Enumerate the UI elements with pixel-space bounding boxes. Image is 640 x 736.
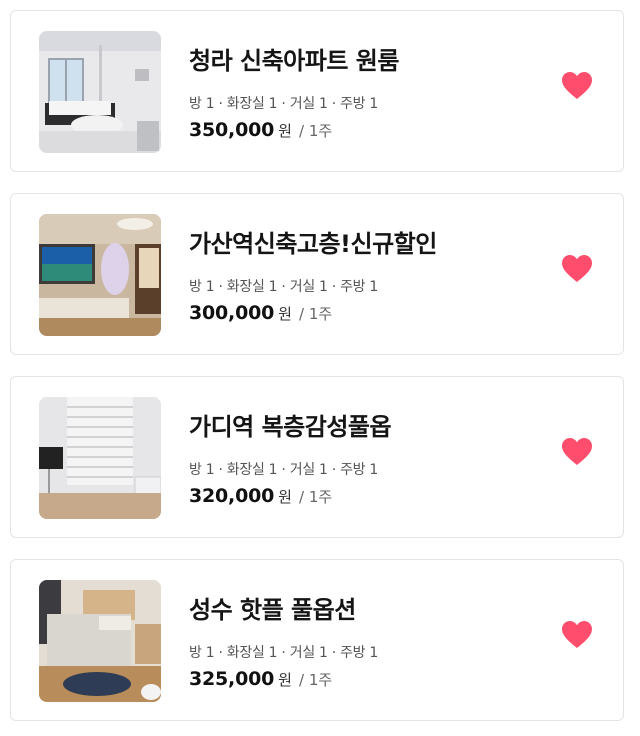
listing-title[interactable]: 가산역신축고층!신규할인 (189, 224, 437, 259)
listing-card[interactable]: 성수 핫플 풀옵션 방 1 · 화장실 1 · 거실 1 · 주방 1 325,… (10, 559, 624, 721)
listing-room-info: 방 1 · 화장실 1 · 거실 1 · 주방 1 (189, 279, 379, 295)
listing-title[interactable]: 성수 핫플 풀옵션 (189, 590, 356, 625)
listing-price-row: 300,000 원 / 1주 (189, 302, 332, 324)
price-unit: 원 (278, 122, 292, 140)
listing-card[interactable]: 가디역 복층감성풀옵 방 1 · 화장실 1 · 거실 1 · 주방 1 320… (10, 376, 624, 538)
listing-price-row: 325,000 원 / 1주 (189, 668, 332, 690)
price-unit: 원 (278, 488, 292, 506)
listing-price: 320,000 (189, 485, 275, 507)
listing-title[interactable]: 가디역 복층감성풀옵 (189, 407, 392, 442)
room-photo[interactable] (39, 580, 161, 702)
listing-price: 300,000 (189, 302, 275, 324)
listing-title[interactable]: 청라 신축아파트 원룸 (189, 41, 399, 76)
listing-room-info: 방 1 · 화장실 1 · 거실 1 · 주방 1 (189, 645, 379, 661)
listing-card[interactable]: 가산역신축고층!신규할인 방 1 · 화장실 1 · 거실 1 · 주방 1 3… (10, 193, 624, 355)
heart-icon[interactable] (561, 620, 593, 650)
room-photo[interactable] (39, 397, 161, 519)
listing-card[interactable]: 청라 신축아파트 원룸 방 1 · 화장실 1 · 거실 1 · 주방 1 35… (10, 10, 624, 172)
listing-price: 325,000 (189, 668, 275, 690)
price-unit: 원 (278, 305, 292, 323)
heart-icon[interactable] (561, 71, 593, 101)
listing-price-row: 320,000 원 / 1주 (189, 485, 332, 507)
room-photo[interactable] (39, 31, 161, 153)
price-period: / 1주 (299, 488, 333, 506)
listing-price: 350,000 (189, 119, 275, 141)
price-period: / 1주 (299, 122, 333, 140)
price-unit: 원 (278, 671, 292, 689)
heart-icon[interactable] (561, 437, 593, 467)
listing-list: 청라 신축아파트 원룸 방 1 · 화장실 1 · 거실 1 · 주방 1 35… (0, 0, 640, 736)
listing-room-info: 방 1 · 화장실 1 · 거실 1 · 주방 1 (189, 96, 379, 112)
room-photo[interactable] (39, 214, 161, 336)
price-period: / 1주 (299, 671, 333, 689)
listing-room-info: 방 1 · 화장실 1 · 거실 1 · 주방 1 (189, 462, 379, 478)
heart-icon[interactable] (561, 254, 593, 284)
price-period: / 1주 (299, 305, 333, 323)
listing-price-row: 350,000 원 / 1주 (189, 119, 332, 141)
